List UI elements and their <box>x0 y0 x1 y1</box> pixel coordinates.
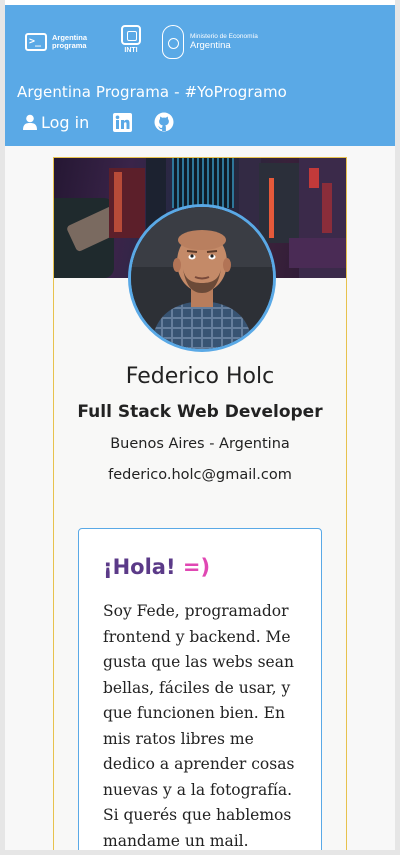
about-line: Si querés que hablemos <box>103 806 292 824</box>
terminal-icon: >_ <box>25 33 47 51</box>
github-icon <box>154 112 174 132</box>
login-button[interactable]: Log in <box>22 113 89 132</box>
login-label: Log in <box>41 112 90 132</box>
profile-card: Federico Holc Full Stack Web Developer B… <box>53 157 347 855</box>
about-line: gusta que las webs sean <box>103 653 294 671</box>
user-icon <box>23 114 37 130</box>
about-greeting: ¡Hola! <box>103 555 176 579</box>
linkedin-icon <box>113 112 133 132</box>
profile-photo <box>131 207 273 349</box>
ministerio-country: Argentina <box>190 40 231 51</box>
linkedin-link[interactable] <box>113 112 133 132</box>
about-line: mis ratos libres me <box>103 729 254 748</box>
about-line: bellas, fáciles de usar, y <box>103 678 291 697</box>
profile-role: Full Stack Web Developer <box>77 402 323 422</box>
ministerio-economia-logo: Ministerio de Economía Argentina <box>162 25 258 59</box>
profile-email-link[interactable]: federico.holc@gmail.com <box>54 467 346 483</box>
inti-label: INTI <box>124 47 138 54</box>
logo-text-line: programa <box>52 41 87 50</box>
profile-location: Buenos Aires - Argentina <box>110 436 290 452</box>
about-text: Soy Fede, programador frontend y backend… <box>103 599 303 854</box>
about-heading: ¡Hola! =) <box>103 555 210 579</box>
ministerio-label: Ministerio de Economía <box>190 33 258 40</box>
about-box: ¡Hola! =) Soy Fede, programador frontend… <box>78 528 322 855</box>
inti-icon <box>121 25 141 45</box>
about-line: Soy Fede, programador <box>103 602 289 620</box>
about-line: dedico a aprender cosas <box>103 755 295 773</box>
github-link[interactable] <box>154 112 174 132</box>
about-line: nuevas y a la fotografía. <box>103 780 293 799</box>
top-navbar: >_ Argentina programa INTI Ministerio de… <box>5 5 395 146</box>
sponsor-logos: >_ Argentina programa INTI Ministerio de… <box>25 25 285 61</box>
about-line: mandame un mail. <box>103 831 249 850</box>
about-line: que funcionen bien. En <box>103 704 285 722</box>
inti-logo: INTI <box>119 25 143 54</box>
nav-actions: Log in <box>22 112 174 132</box>
about-line: frontend y backend. Me <box>103 627 291 646</box>
about-smiley: =) <box>182 555 211 579</box>
argentina-seal-icon <box>162 25 184 59</box>
profile-name: Federico Holc <box>125 364 275 389</box>
site-title: Argentina Programa - #YoProgramo <box>17 83 287 101</box>
avatar <box>128 204 276 352</box>
argentina-programa-logo: >_ Argentina programa <box>25 33 87 51</box>
